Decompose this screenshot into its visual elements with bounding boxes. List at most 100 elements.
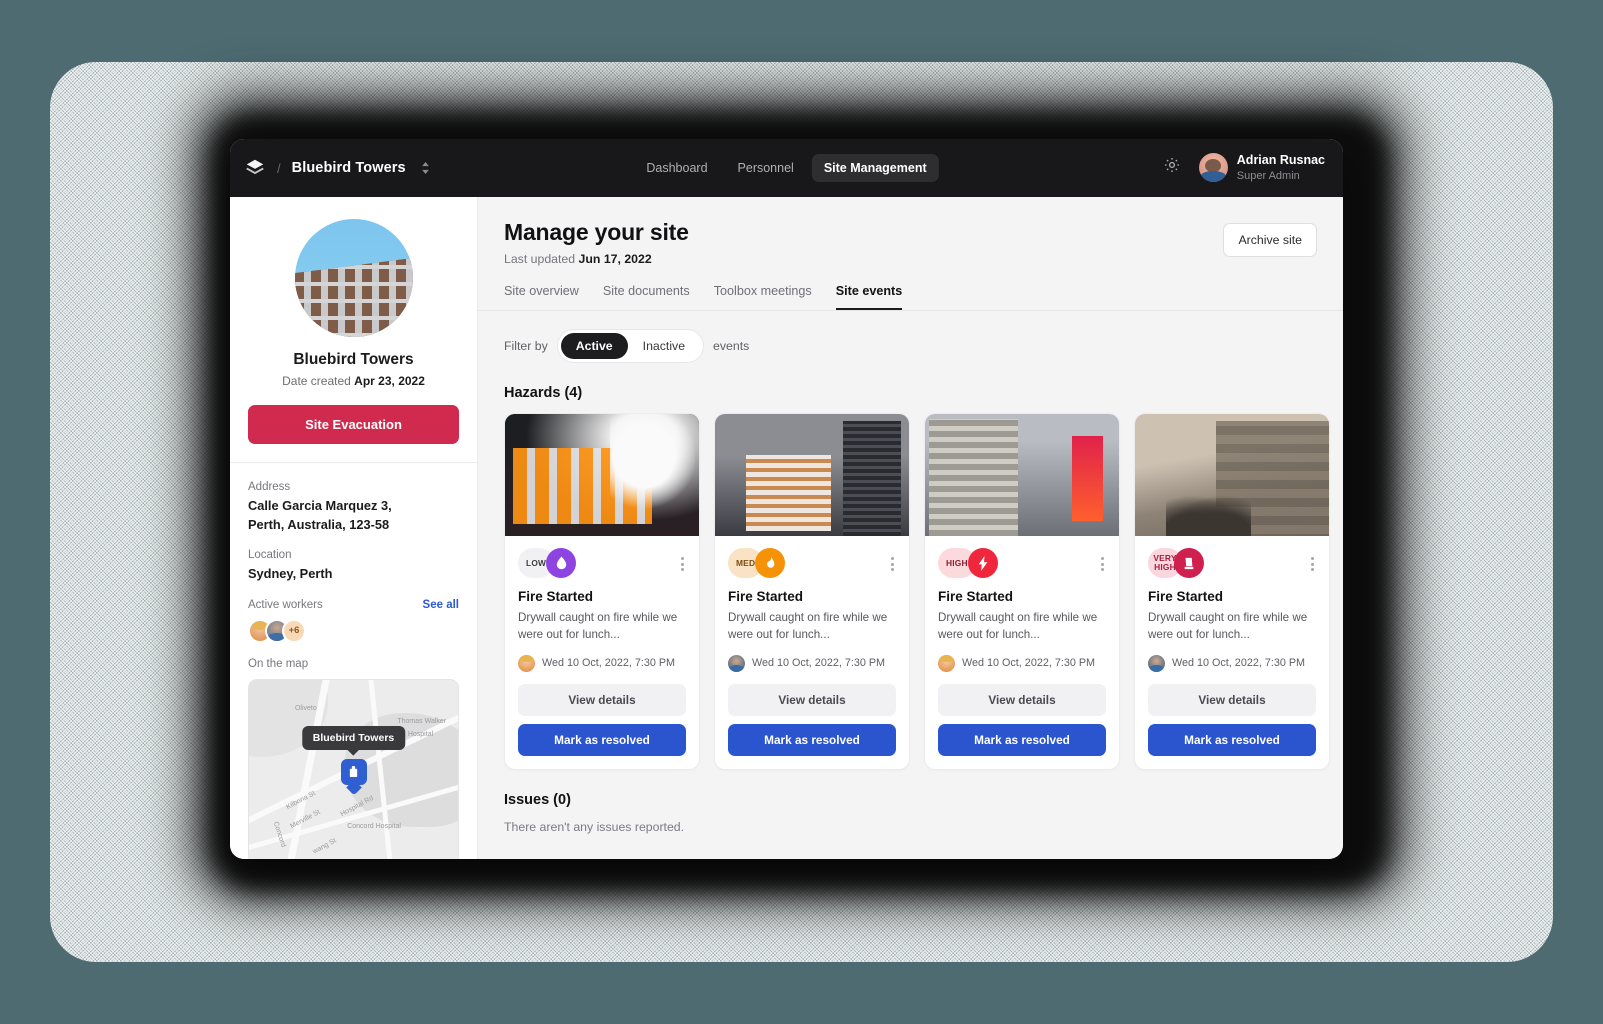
nav-item-personnel[interactable]: Personnel bbox=[726, 154, 806, 182]
filter-option-inactive[interactable]: Inactive bbox=[628, 333, 700, 359]
see-all-workers-link[interactable]: See all bbox=[423, 599, 459, 611]
site-evacuation-button[interactable]: Site Evacuation bbox=[248, 405, 459, 444]
brand-breadcrumb: / Bluebird Towers bbox=[244, 157, 430, 179]
address-block: Address Calle Garcia Marquez 3, Perth, A… bbox=[248, 481, 459, 534]
site-sidebar: Bluebird Towers Date created Apr 23, 202… bbox=[230, 197, 478, 859]
tab-site-documents[interactable]: Site documents bbox=[603, 284, 690, 310]
hazard-title: Fire Started bbox=[1148, 589, 1224, 604]
view-details-button[interactable]: View details bbox=[728, 683, 896, 716]
more-vertical-icon[interactable] bbox=[681, 557, 684, 574]
map-label: On the map bbox=[248, 657, 309, 670]
mark-as-resolved-button[interactable]: Mark as resolved bbox=[728, 723, 896, 756]
main-content: Manage your site Last updated Jun 17, 20… bbox=[478, 197, 1343, 859]
map-label-concord-hospital: Concord Hospital bbox=[347, 823, 401, 831]
hazard-image bbox=[505, 414, 699, 536]
tab-toolbox-meetings[interactable]: Toolbox meetings bbox=[714, 284, 812, 310]
active-workers-label: Active workers bbox=[248, 598, 323, 611]
main-scroll-area: Filter by Active Inactive events Hazards… bbox=[478, 311, 1343, 858]
page-title: Manage your site bbox=[504, 219, 689, 245]
hazard-description: Drywall caught on fire while we were out… bbox=[1148, 611, 1308, 641]
filter-option-active[interactable]: Active bbox=[560, 333, 628, 359]
flame-icon bbox=[755, 548, 786, 578]
issues-section-title: Issues (0) bbox=[504, 791, 571, 808]
address-line-1: Calle Garcia Marquez 3, bbox=[248, 498, 392, 513]
hazard-card-list: LOW Fire Started Drywall caught on fire … bbox=[504, 413, 1330, 770]
hazard-badges: LOW bbox=[518, 548, 686, 578]
hazard-image bbox=[925, 414, 1119, 536]
archive-site-button[interactable]: Archive site bbox=[1223, 223, 1317, 257]
map-label-hospital: Hospital bbox=[407, 731, 434, 739]
hazard-meta: Wed 10 Oct, 2022, 7:30 PM bbox=[1148, 654, 1316, 672]
hazard-description: Drywall caught on fire while we were out… bbox=[518, 611, 678, 641]
reporter-avatar bbox=[518, 654, 535, 672]
more-vertical-icon[interactable] bbox=[1311, 557, 1314, 574]
hazard-timestamp: Wed 10 Oct, 2022, 7:30 PM bbox=[542, 657, 676, 670]
date-created-value: Apr 23, 2022 bbox=[354, 374, 425, 388]
hazard-title: Fire Started bbox=[938, 589, 1014, 604]
water-drop-icon bbox=[546, 548, 577, 578]
mark-as-resolved-button[interactable]: Mark as resolved bbox=[938, 723, 1106, 756]
hazard-card[interactable]: MED Fire Started Drywall caught on fire … bbox=[714, 413, 910, 770]
map-pin-tooltip: Bluebird Towers bbox=[301, 725, 406, 750]
user-profile[interactable]: Adrian Rusnac Super Admin bbox=[1198, 153, 1325, 183]
breadcrumb-site-name[interactable]: Bluebird Towers bbox=[292, 160, 406, 176]
sidebar-site-name: Bluebird Towers bbox=[293, 351, 414, 368]
address-line-2: Perth, Australia, 123-58 bbox=[248, 516, 390, 532]
primary-nav: Dashboard Personnel Site Management bbox=[634, 154, 939, 182]
location-label: Location bbox=[248, 549, 292, 562]
sidebar-date-created: Date created Apr 23, 2022 bbox=[248, 374, 459, 388]
active-workers-block: Active workers See all +6 bbox=[248, 599, 459, 643]
map-block: On the map Oliveto Thomas Walker Hospita… bbox=[248, 658, 459, 859]
hazard-timestamp: Wed 10 Oct, 2022, 7:30 PM bbox=[1172, 657, 1306, 670]
gear-icon[interactable] bbox=[1163, 156, 1181, 179]
hazard-meta: Wed 10 Oct, 2022, 7:30 PM bbox=[728, 654, 896, 672]
worker-overflow-count[interactable]: +6 bbox=[282, 618, 306, 643]
nav-item-site-management[interactable]: Site Management bbox=[811, 154, 939, 182]
worker-avatar-group[interactable]: +6 bbox=[248, 618, 459, 643]
avatar bbox=[1198, 153, 1228, 183]
hazard-title: Fire Started bbox=[518, 589, 594, 604]
more-vertical-icon[interactable] bbox=[1101, 557, 1104, 574]
hazard-timestamp: Wed 10 Oct, 2022, 7:30 PM bbox=[962, 657, 1096, 670]
view-details-button[interactable]: View details bbox=[1148, 683, 1316, 716]
main-header: Manage your site Last updated Jun 17, 20… bbox=[478, 197, 1343, 311]
content-tabs: Site overview Site documents Toolbox mee… bbox=[504, 284, 1317, 310]
hazard-card[interactable]: HIGH Fire Started Drywall caught on fire… bbox=[924, 413, 1120, 770]
filter-row: Filter by Active Inactive events bbox=[504, 329, 1317, 363]
location-value: Sydney, Perth bbox=[248, 566, 333, 582]
reporter-avatar bbox=[938, 654, 955, 672]
nav-item-dashboard[interactable]: Dashboard bbox=[634, 154, 719, 182]
topbar-right: Adrian Rusnac Super Admin bbox=[1163, 153, 1325, 183]
hazard-card[interactable]: VERY HIGH Fire Started Drywall caught on… bbox=[1134, 413, 1330, 770]
hazard-description: Drywall caught on fire while we were out… bbox=[938, 611, 1098, 641]
view-details-button[interactable]: View details bbox=[518, 683, 686, 716]
map-pin[interactable] bbox=[340, 758, 367, 793]
location-block: Location Sydney, Perth bbox=[248, 549, 459, 584]
user-role: Super Admin bbox=[1236, 169, 1300, 182]
tab-site-events[interactable]: Site events bbox=[835, 284, 903, 310]
more-vertical-icon[interactable] bbox=[891, 557, 894, 574]
sidebar-site-header: Bluebird Towers Date created Apr 23, 202… bbox=[230, 197, 477, 463]
user-name: Adrian Rusnac bbox=[1236, 153, 1325, 168]
hazard-meta: Wed 10 Oct, 2022, 7:30 PM bbox=[938, 654, 1106, 672]
reporter-avatar bbox=[1148, 654, 1165, 672]
chevron-up-down-icon[interactable] bbox=[421, 162, 430, 174]
mark-as-resolved-button[interactable]: Mark as resolved bbox=[1148, 723, 1316, 756]
view-details-button[interactable]: View details bbox=[938, 683, 1106, 716]
building-collapse-icon bbox=[1174, 548, 1204, 578]
hazard-badges: VERY HIGH bbox=[1148, 548, 1316, 578]
hazard-badges: HIGH bbox=[938, 548, 1106, 578]
last-updated-label: Last updated bbox=[504, 252, 576, 266]
tab-site-overview[interactable]: Site overview bbox=[504, 284, 579, 310]
filter-suffix: events bbox=[713, 339, 750, 353]
mark-as-resolved-button[interactable]: Mark as resolved bbox=[518, 723, 686, 756]
lightning-bolt-icon bbox=[967, 548, 998, 578]
site-map[interactable]: Oliveto Thomas Walker Hospital Kilbona S… bbox=[248, 678, 459, 859]
hazard-card[interactable]: LOW Fire Started Drywall caught on fire … bbox=[504, 413, 700, 770]
hazard-description: Drywall caught on fire while we were out… bbox=[728, 611, 888, 641]
hazard-image bbox=[715, 414, 909, 536]
address-label: Address bbox=[248, 481, 291, 493]
layers-icon[interactable] bbox=[244, 157, 266, 179]
hazard-timestamp: Wed 10 Oct, 2022, 7:30 PM bbox=[752, 657, 886, 670]
breadcrumb-separator: / bbox=[277, 160, 281, 176]
